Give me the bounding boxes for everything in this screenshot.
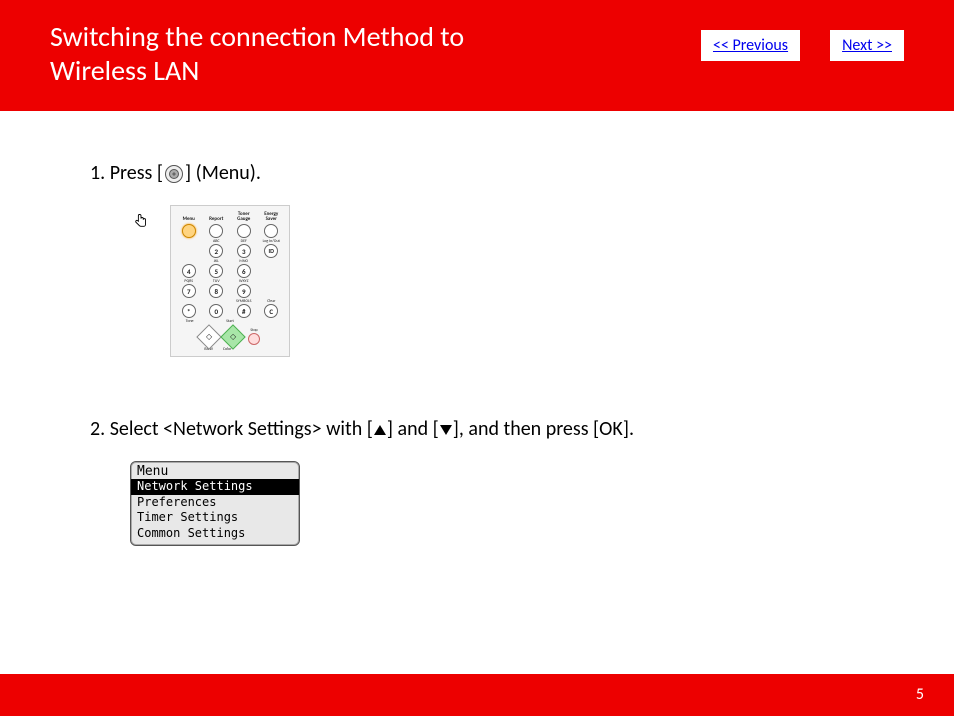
panel-start-color: ◇ xyxy=(220,324,245,349)
panel-key-9: 9 xyxy=(237,284,251,298)
panel-label-stop: Stop xyxy=(248,329,260,333)
panel-key-0: 0 xyxy=(209,304,223,318)
panel-key-6: 6 xyxy=(237,264,251,278)
step2-text-b: ] and [ xyxy=(387,417,439,441)
down-arrow-icon xyxy=(440,425,452,435)
up-arrow-icon xyxy=(374,425,386,435)
next-link[interactable]: Next >> xyxy=(830,30,904,61)
panel-label-color: Color xyxy=(223,348,232,352)
nav-buttons: << Previous Next >> xyxy=(701,30,904,61)
footer-bar: 5 xyxy=(0,674,954,716)
page-title: Switching the connection Method to Wirel… xyxy=(50,20,550,87)
panel-label-energy: Energy Saver xyxy=(260,212,282,222)
page-number: 5 xyxy=(916,685,924,704)
panel-key-8: 8 xyxy=(209,284,223,298)
menu-button-icon xyxy=(165,165,183,183)
lcd-title: Menu xyxy=(131,464,299,479)
step1-text-a: 1. Press [ xyxy=(90,161,163,185)
lcd-menu: Menu Network Settings Preferences Timer … xyxy=(130,461,300,546)
step-2: 2. Select <Network Settings> with [ ] and… xyxy=(90,417,864,441)
panel-report-button xyxy=(209,224,223,238)
step-1: 1. Press [ ] (Menu). xyxy=(90,161,864,185)
lcd-item-common: Common Settings xyxy=(131,526,299,542)
panel-label-start: Start xyxy=(208,320,252,324)
pointing-hand-icon xyxy=(132,213,150,236)
panel-toner-button xyxy=(237,224,251,238)
panel-label-report: Report xyxy=(205,217,227,222)
lcd-item-timer: Timer Settings xyxy=(131,510,299,526)
panel-key-7: 7 xyxy=(182,284,196,298)
panel-label-menu: Menu xyxy=(178,217,200,222)
panel-stop-button xyxy=(248,333,260,345)
panel-energy-button xyxy=(264,224,278,238)
control-panel-image: Menu Report Toner Gauge Energy Saver ABC… xyxy=(130,205,290,387)
header-bar: Switching the connection Method to Wirel… xyxy=(0,0,954,111)
panel-key-id: ID xyxy=(264,244,278,258)
lcd-item-network: Network Settings xyxy=(131,479,299,495)
panel-key-hash: # xyxy=(237,304,251,318)
previous-link[interactable]: << Previous xyxy=(701,30,800,61)
content-area: 1. Press [ ] (Menu). Menu Report Toner Ga… xyxy=(0,111,954,546)
panel-key-2: 2 xyxy=(209,244,223,258)
step2-text-a: 2. Select <Network Settings> with [ xyxy=(90,417,373,441)
panel-key-4: 4 xyxy=(182,264,196,278)
step2-text-c: ], and then press [OK]. xyxy=(453,417,634,441)
panel-label-toner: Toner Gauge xyxy=(233,212,255,222)
lcd-item-preferences: Preferences xyxy=(131,495,299,511)
panel-menu-button xyxy=(182,224,196,238)
panel-label-tone: Tone xyxy=(179,320,201,324)
step1-text-b: ] (Menu). xyxy=(185,161,261,185)
panel-key-star: * xyxy=(182,304,196,318)
panel-key-3: 3 xyxy=(237,244,251,258)
panel-key-5: 5 xyxy=(209,264,223,278)
panel-start-bw: ◇ xyxy=(196,324,221,349)
panel-key-c: C xyxy=(264,304,278,318)
